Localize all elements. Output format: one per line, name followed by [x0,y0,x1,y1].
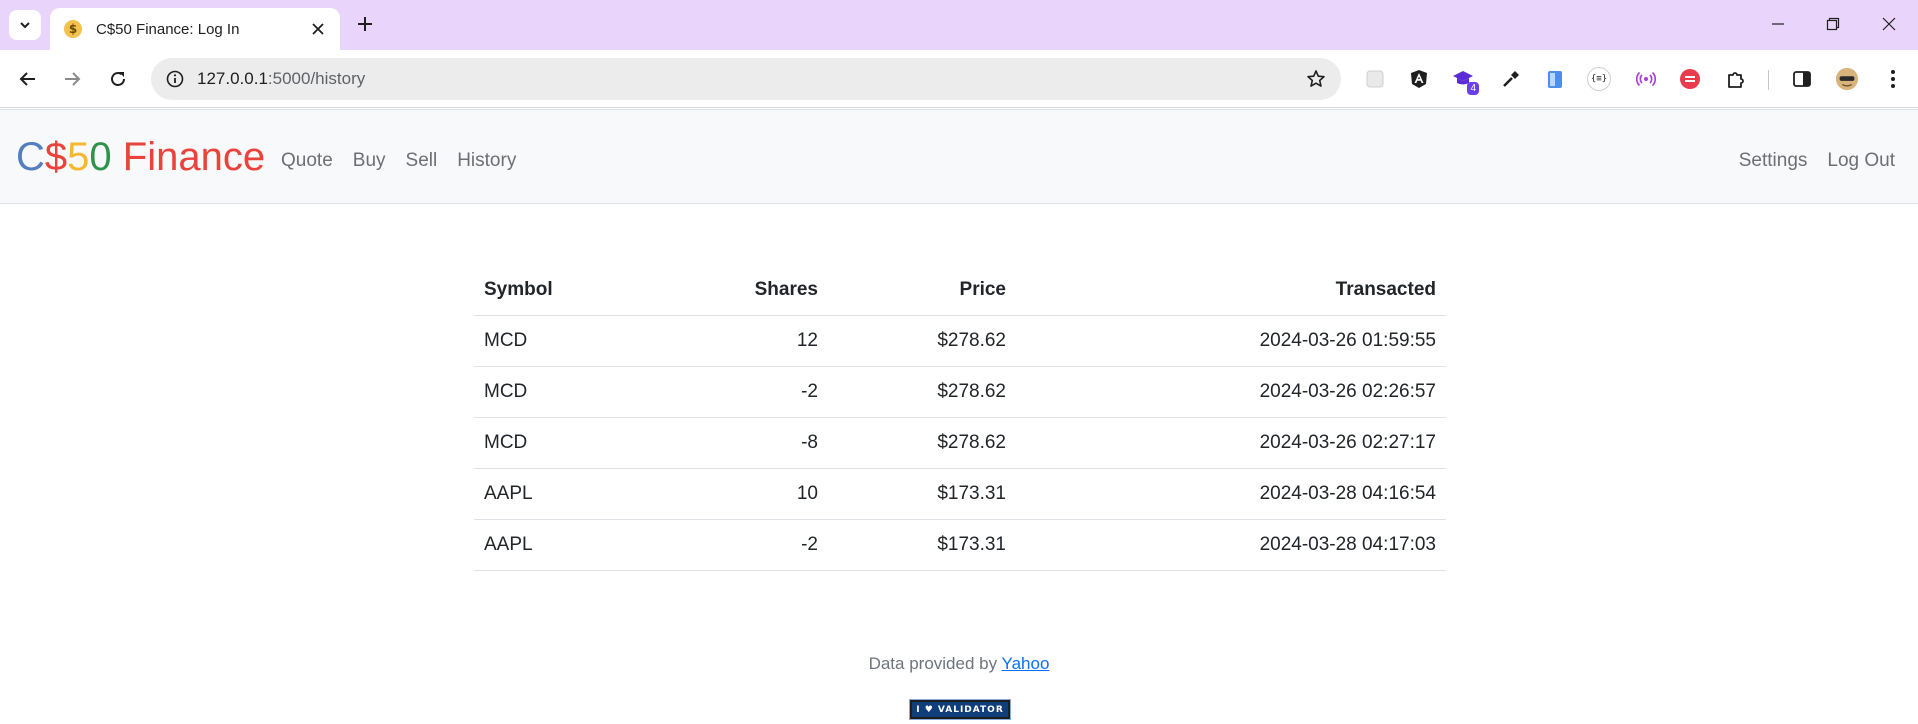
cell-symbol: MCD [474,417,664,469]
cell-symbol: MCD [474,366,664,418]
minimize-icon [1772,23,1784,25]
extension-red-circle-icon[interactable] [1678,67,1702,91]
new-tab-button[interactable] [353,12,377,36]
cell-transacted: 2024-03-26 02:26:57 [1016,366,1446,418]
yahoo-link[interactable]: Yahoo [1002,654,1050,673]
browser-menu-button[interactable] [1881,67,1905,91]
nav-link-log-out[interactable]: Log Out [1827,150,1895,172]
brand-part: 5 [67,135,90,179]
column-header-shares: Shares [664,265,828,316]
cell-symbol: AAPL [474,468,664,520]
cell-price: $278.62 [828,417,1016,469]
close-window-button[interactable] [1877,12,1901,36]
validator-badge[interactable]: I ♥ VALIDATOR [909,699,1011,720]
forward-button[interactable] [58,65,86,93]
cell-price: $278.62 [828,315,1016,367]
bookmark-star-icon[interactable] [1305,68,1327,90]
footer-text: Data provided by [868,654,1002,673]
extension-clipboard-icon[interactable] [1543,67,1567,91]
brand-part: $ [44,135,68,179]
cell-shares: -8 [664,417,828,469]
extensions-puzzle-icon[interactable] [1724,67,1748,91]
restore-icon [1826,17,1840,31]
extension-graduation-cap-icon[interactable]: 4 [1451,67,1479,95]
cell-transacted: 2024-03-26 02:27:17 [1016,417,1446,469]
nav-link-sell[interactable]: Sell [406,150,438,172]
reload-button[interactable] [104,65,132,93]
cell-shares: -2 [664,519,828,571]
cell-price: $173.31 [828,519,1016,571]
nav-link-quote[interactable]: Quote [281,150,333,172]
cell-shares: 10 [664,468,828,520]
close-icon [312,23,324,35]
extension-badge: 4 [1467,82,1479,95]
cell-shares: -2 [664,366,828,418]
site-info-icon[interactable] [165,69,185,89]
cell-price: $173.31 [828,468,1016,520]
nav-links-right: Settings Log Out [1739,150,1895,172]
table-row: MCD -2 $278.62 2024-03-26 02:26:57 [474,366,1446,418]
browser-toolbar: 127.0.0.1:5000/history 4 {≡} [0,50,1918,108]
url-host: 127.0.0.1 [197,69,268,88]
extension-json-label: {≡} [1587,67,1611,91]
tab-title: C$50 Finance: Log In [96,20,240,38]
tab-strip: $ C$50 Finance: Log In [0,0,1918,50]
restore-button[interactable] [1821,12,1845,36]
brand-logo[interactable]: C$50 Finance [16,134,265,180]
table-row: MCD -8 $278.62 2024-03-26 02:27:17 [474,417,1446,469]
arrow-right-icon [65,72,81,86]
url-path: :5000/history [267,69,366,88]
back-button[interactable] [14,65,42,93]
close-icon [1882,17,1896,31]
cell-shares: 12 [664,315,828,367]
brand-part: Finance [111,135,266,179]
nav-link-settings[interactable]: Settings [1739,150,1808,172]
nav-links-left: Quote Buy Sell History [281,150,516,172]
plus-icon [358,17,372,31]
column-header-transacted: Transacted [1016,265,1446,316]
tab-search-button[interactable] [9,10,41,40]
brand-part: C [16,135,45,179]
reload-icon [111,72,125,86]
chevron-down-icon [20,22,30,29]
history-table: Symbol Shares Price Transacted MCD 12 $2… [474,265,1446,571]
url-text: 127.0.0.1:5000/history [197,69,365,89]
money-bag-icon: $ [64,20,82,38]
extension-json-icon[interactable]: {≡} [1587,67,1611,91]
cell-transacted: 2024-03-28 04:17:03 [1016,519,1446,571]
cell-price: $278.62 [828,366,1016,418]
nav-link-buy[interactable]: Buy [353,150,386,172]
nav-link-history[interactable]: History [457,150,516,172]
kebab-menu-icon [1891,70,1895,88]
column-header-symbol: Symbol [474,265,664,316]
minimize-button[interactable] [1766,12,1790,36]
cell-transacted: 2024-03-28 04:16:54 [1016,468,1446,520]
extension-eyedropper-icon[interactable] [1499,67,1523,91]
column-header-price: Price [828,265,1016,316]
extension-broadcast-icon[interactable] [1634,67,1658,91]
address-bar[interactable]: 127.0.0.1:5000/history [151,58,1341,100]
tab-close-button[interactable] [308,19,328,39]
cell-transacted: 2024-03-26 01:59:55 [1016,315,1446,367]
table-row: AAPL 10 $173.31 2024-03-28 04:16:54 [474,468,1446,520]
cell-symbol: AAPL [474,519,664,571]
cell-symbol: MCD [474,315,664,367]
profile-avatar[interactable] [1835,67,1859,91]
table-row: AAPL -2 $173.31 2024-03-28 04:17:03 [474,519,1446,571]
extension-blank-icon[interactable] [1363,67,1387,91]
footer-attribution: Data provided by Yahoo [0,654,1918,674]
table-header-row: Symbol Shares Price Transacted [474,265,1446,316]
arrow-left-icon [19,72,35,86]
extension-angular-icon[interactable] [1407,67,1431,91]
browser-tab-active[interactable]: $ C$50 Finance: Log In [50,8,340,50]
table-row: MCD 12 $278.62 2024-03-26 01:59:55 [474,315,1446,367]
app-navbar: C$50 Finance Quote Buy Sell History Sett… [0,109,1918,204]
toolbar-separator [1768,70,1769,90]
brand-part: 0 [89,135,112,179]
side-panel-icon[interactable] [1790,67,1814,91]
